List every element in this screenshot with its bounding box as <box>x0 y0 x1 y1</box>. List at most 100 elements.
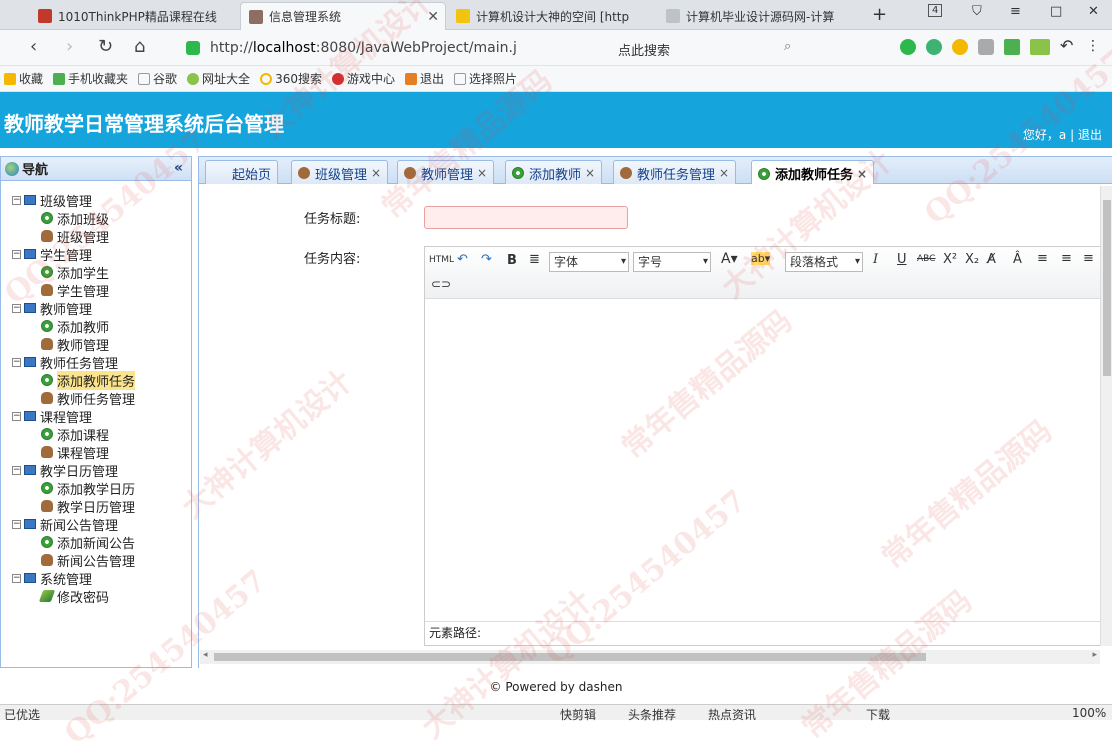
back-icon[interactable]: ‹ <box>30 36 37 57</box>
align-right-icon[interactable]: ≡ <box>1083 251 1094 266</box>
bookmark-item[interactable]: 手机收藏夹 <box>53 70 128 87</box>
close-icon[interactable]: × <box>719 166 729 180</box>
content-tab[interactable]: 班级管理 × <box>291 160 389 185</box>
collapse-toggle-icon[interactable]: − <box>12 411 21 421</box>
bookmark-item[interactable]: 网址大全 <box>187 70 250 87</box>
browser-tab[interactable]: 计算机毕业设计源码网-计算 <box>658 2 858 30</box>
nav-item[interactable]: 添加新闻公告 <box>1 533 191 552</box>
vertical-scrollbar[interactable] <box>1100 186 1112 646</box>
bookmark-item[interactable]: 收藏 <box>4 70 43 87</box>
nav-item[interactable]: 添加教学日历 <box>1 479 191 498</box>
battery-icon[interactable] <box>1030 39 1050 55</box>
nav-group[interactable]: − 教师管理 <box>1 299 191 318</box>
menu-icon[interactable]: ≡ <box>1010 4 1021 19</box>
home-icon[interactable]: ⌂ <box>134 36 145 57</box>
highlight-icon[interactable]: ab▾ <box>751 252 771 265</box>
html-button[interactable]: HTML <box>429 255 454 265</box>
format-painter-icon[interactable]: Â <box>1013 252 1022 267</box>
italic-icon[interactable]: I <box>873 252 878 267</box>
subscript-icon[interactable]: X₂ <box>965 252 979 267</box>
collapse-toggle-icon[interactable]: − <box>12 465 21 475</box>
browser-tab[interactable]: 计算机设计大神的空间 [http <box>448 2 656 30</box>
collapse-toggle-icon[interactable]: − <box>12 519 21 529</box>
nav-group[interactable]: − 课程管理 <box>1 407 191 426</box>
format-icon[interactable]: ≣ <box>529 252 540 267</box>
bookmark-item[interactable]: 选择照片 <box>454 70 517 87</box>
close-icon[interactable]: × <box>477 166 487 180</box>
tab-count-badge[interactable]: 4 <box>928 4 943 17</box>
collapse-toggle-icon[interactable]: − <box>12 303 21 313</box>
content-tab[interactable]: 添加教师 × <box>505 160 603 185</box>
close-icon[interactable]: × <box>857 167 867 181</box>
nav-item[interactable]: 添加课程 <box>1 425 191 444</box>
zoom-level[interactable]: 100% <box>1072 706 1106 720</box>
bookmark-item[interactable]: 谷歌 <box>138 70 177 87</box>
close-tab-icon[interactable]: ✕ <box>427 9 439 25</box>
nav-item[interactable]: 教师任务管理 <box>1 389 191 408</box>
scrollbar-thumb[interactable] <box>214 653 926 661</box>
nav-item[interactable]: 添加班级 <box>1 209 191 228</box>
maximize-icon[interactable]: □ <box>1050 4 1062 19</box>
link-icon[interactable]: ⊂⊃ <box>431 277 451 291</box>
nav-group[interactable]: − 新闻公告管理 <box>1 515 191 534</box>
collapse-toggle-icon[interactable]: − <box>12 195 21 205</box>
align-left-icon[interactable]: ≡ <box>1037 251 1048 266</box>
nav-item[interactable]: 教师管理 <box>1 335 191 354</box>
close-icon[interactable]: × <box>371 166 381 180</box>
rich-text-editor[interactable]: HTML ↶ ↷ B ≣ 字体 字号 A▾ ab▾ 段落格式 I U ABC X… <box>424 246 1102 646</box>
content-tab[interactable]: 起始页 <box>205 160 279 185</box>
bookmark-item[interactable]: 退出 <box>404 70 444 87</box>
nav-group[interactable]: − 教学日历管理 <box>1 461 191 480</box>
browser-tab[interactable]: 1010ThinkPHP精品课程在线 <box>30 2 240 30</box>
logout-link[interactable]: 退出 <box>1078 128 1102 142</box>
image-icon[interactable] <box>978 39 994 55</box>
superscript-icon[interactable]: X² <box>943 252 957 267</box>
nav-item[interactable]: 课程管理 <box>1 443 191 462</box>
status-item[interactable]: 下载 <box>866 706 890 723</box>
apps-icon[interactable] <box>1004 39 1020 55</box>
bookmark-item[interactable]: 360搜索 <box>260 70 322 87</box>
status-item[interactable]: 快剪辑 <box>560 706 596 723</box>
undo-icon[interactable]: ↶ <box>457 252 468 267</box>
task-title-input[interactable] <box>424 206 628 229</box>
close-window-icon[interactable]: ✕ <box>1088 4 1099 19</box>
horizontal-scrollbar[interactable]: ◂ ▸ <box>200 650 1100 664</box>
nav-group[interactable]: − 班级管理 <box>1 191 191 210</box>
scroll-right-icon[interactable]: ▸ <box>1092 650 1097 660</box>
search-box[interactable]: 点此搜索 <box>618 40 670 59</box>
strikethrough-icon[interactable]: ABC <box>917 254 935 264</box>
nav-item[interactable]: 教学日历管理 <box>1 497 191 516</box>
nav-item[interactable]: 添加教师任务 <box>1 370 191 390</box>
content-tab[interactable]: 添加教师任务 × <box>751 160 875 186</box>
forward-icon[interactable]: › <box>66 36 73 57</box>
shirt-icon[interactable]: ⛉ <box>972 4 982 19</box>
status-item[interactable]: 热点资讯 <box>708 706 756 723</box>
more-icon[interactable]: ⋮ <box>1086 39 1102 55</box>
nav-item[interactable]: 新闻公告管理 <box>1 551 191 570</box>
status-item[interactable]: 头条推荐 <box>628 706 676 723</box>
coin-icon[interactable] <box>952 39 968 55</box>
url-field[interactable]: http://localhost:8080/JavaWebProject/mai… <box>186 36 606 60</box>
scissors-icon[interactable] <box>900 39 916 55</box>
nav-item[interactable]: 班级管理 <box>1 227 191 246</box>
browser-tab-active[interactable]: 信息管理系统 ✕ <box>240 2 446 30</box>
font-color-icon[interactable]: A▾ <box>721 251 738 267</box>
content-tab[interactable]: 教师管理 × <box>397 160 495 185</box>
font-size-select[interactable]: 字号 <box>633 252 711 272</box>
reload-icon[interactable]: ↻ <box>98 36 113 57</box>
nav-item[interactable]: 添加教师 <box>1 317 191 336</box>
new-tab-icon[interactable]: + <box>872 4 887 25</box>
nav-group[interactable]: − 系统管理 <box>1 569 191 588</box>
bookmark-item[interactable]: 游戏中心 <box>331 70 395 87</box>
collapse-toggle-icon[interactable]: − <box>12 357 21 367</box>
content-tab[interactable]: 教师任务管理 × <box>613 160 737 185</box>
align-center-icon[interactable]: ≡ <box>1061 251 1072 266</box>
translate-icon[interactable] <box>926 39 942 55</box>
paragraph-select[interactable]: 段落格式 <box>785 252 863 272</box>
bold-icon[interactable]: B <box>507 253 517 268</box>
redo-icon[interactable]: ↷ <box>481 252 492 267</box>
font-family-select[interactable]: 字体 <box>549 252 629 272</box>
nav-item[interactable]: 添加学生 <box>1 263 191 282</box>
nav-group[interactable]: − 教师任务管理 <box>1 353 191 372</box>
undo-icon[interactable]: ↶ <box>1060 38 1076 55</box>
